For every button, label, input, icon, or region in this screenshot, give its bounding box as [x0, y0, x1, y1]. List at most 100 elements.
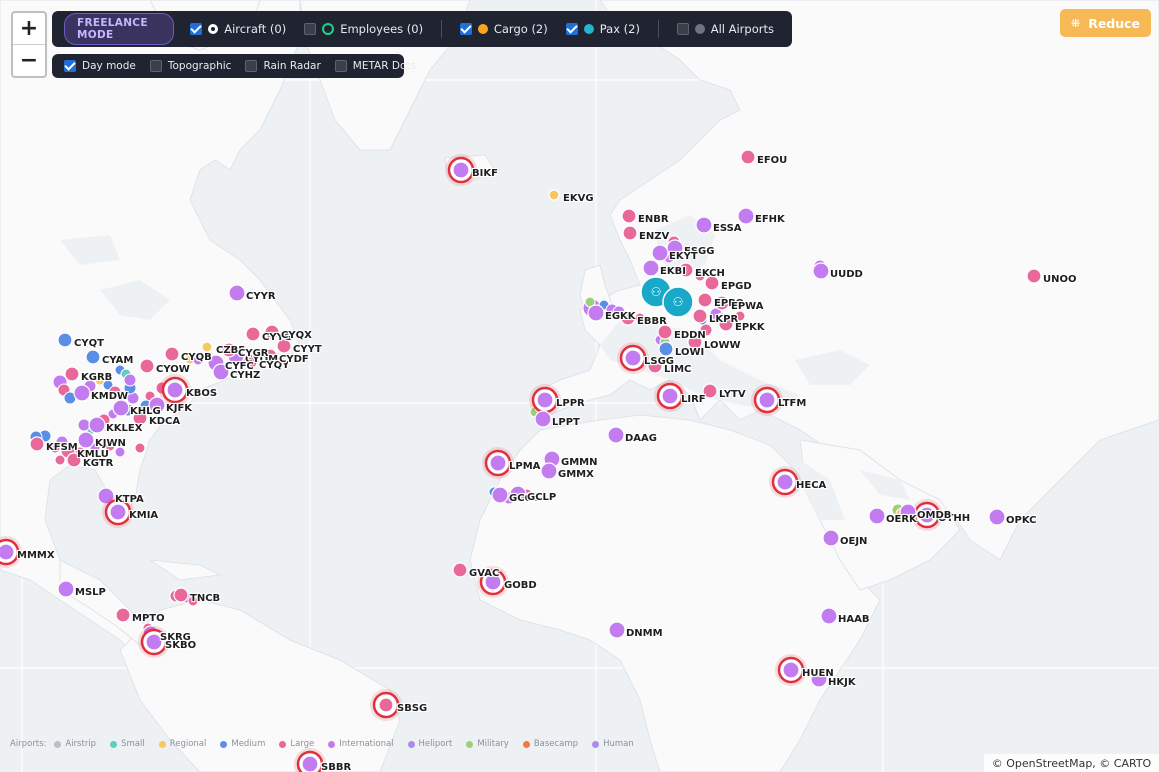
- airport-marker-oejn[interactable]: [822, 529, 840, 547]
- airport-marker-ekbi[interactable]: [642, 259, 660, 277]
- airport-marker-mmmx[interactable]: [0, 543, 15, 561]
- airport-label-cyyr[interactable]: CYYR: [246, 291, 276, 302]
- airport-label-daag[interactable]: DAAG: [625, 433, 657, 444]
- airport-marker-cyow[interactable]: [139, 358, 155, 374]
- airport-label-efou[interactable]: EFOU: [757, 155, 787, 166]
- airport-marker-kgrb[interactable]: [64, 366, 80, 382]
- aircraft-checkbox[interactable]: [190, 23, 203, 35]
- map-attribution[interactable]: © OpenStreetMap, © CARTO: [984, 754, 1159, 772]
- airport-marker-opkc[interactable]: [988, 508, 1006, 526]
- airport-marker-kklex[interactable]: [88, 416, 106, 434]
- filter-all-airports[interactable]: All Airports: [676, 22, 774, 36]
- airport-marker-lpma[interactable]: [489, 454, 507, 472]
- airport-label-oejn[interactable]: OEJN: [840, 536, 867, 547]
- airport-label-gmmn[interactable]: GMMN: [561, 457, 597, 468]
- airport-label-bikf[interactable]: BIKF: [472, 168, 498, 179]
- airport-label-kfsm[interactable]: KFSM: [46, 442, 78, 453]
- layer-rain-radar[interactable]: Rain Radar: [245, 60, 321, 72]
- airport-label-sbsg[interactable]: SBSG: [397, 703, 427, 714]
- airport-marker-kjwn[interactable]: [77, 431, 95, 449]
- airport-marker[interactable]: [123, 373, 137, 387]
- airport-marker-czbf[interactable]: [201, 341, 213, 353]
- filter-employees[interactable]: Employees (0): [304, 22, 423, 36]
- airport-marker-mslp[interactable]: [57, 580, 75, 598]
- airport-marker-lsgg[interactable]: [624, 349, 642, 367]
- airport-marker-kmdw[interactable]: [73, 384, 91, 402]
- airport-label-ekbi[interactable]: EKBI: [660, 266, 686, 277]
- airport-label-lkpr[interactable]: LKPR: [709, 314, 738, 325]
- airport-marker-efhk[interactable]: [737, 207, 755, 225]
- airport-label-ekch[interactable]: EKCH: [695, 268, 725, 279]
- freelance-mode-badge[interactable]: FREELANCE MODE: [64, 13, 175, 45]
- airport-marker-gmmx[interactable]: [540, 462, 558, 480]
- airport-label-gvac[interactable]: GVAC: [469, 568, 499, 579]
- airport-label-lppt[interactable]: LPPT: [552, 417, 580, 428]
- airport-label-epgd[interactable]: EPGD: [721, 281, 752, 292]
- airport-label-kmdw[interactable]: KMDW: [91, 391, 128, 402]
- airport-label-kjfk[interactable]: KJFK: [166, 403, 192, 414]
- airport-label-skbo[interactable]: SKBO: [165, 640, 196, 651]
- airport-label-kklex[interactable]: KKLEX: [106, 423, 142, 434]
- airport-marker-cyqt[interactable]: [57, 332, 73, 348]
- airport-label-unoo[interactable]: UNOO: [1043, 274, 1077, 285]
- airport-marker-sbbr[interactable]: [301, 755, 319, 772]
- airport-label-dnmm[interactable]: DNMM: [626, 628, 663, 639]
- airport-marker-heca[interactable]: [776, 473, 794, 491]
- airport-label-gclp[interactable]: GCLP: [527, 492, 556, 503]
- airport-label-efhk[interactable]: EFHK: [755, 214, 785, 225]
- airport-label-lowi[interactable]: LOWI: [675, 347, 704, 358]
- airport-marker-gcgc[interactable]: [491, 486, 509, 504]
- cargo-checkbox[interactable]: [459, 23, 472, 35]
- airport-marker-enzv[interactable]: [622, 225, 638, 241]
- airport-label-enbr[interactable]: ENBR: [638, 214, 669, 225]
- airport-marker-cyqb[interactable]: [164, 346, 180, 362]
- airport-marker-dnmm[interactable]: [608, 621, 626, 639]
- airport-label-mpto[interactable]: MPTO: [132, 613, 165, 624]
- reduce-button[interactable]: ⁜ Reduce: [1060, 9, 1151, 37]
- airport-marker-kfsm[interactable]: [29, 436, 45, 452]
- airport-label-sbbr[interactable]: SBBR: [321, 762, 351, 772]
- airport-label-lppr[interactable]: LPPR: [556, 398, 585, 409]
- airport-label-gobd[interactable]: GOBD: [504, 580, 537, 591]
- airport-marker-lppt[interactable]: [534, 410, 552, 428]
- layer-day-mode[interactable]: Day mode: [64, 60, 136, 72]
- airport-label-kmia[interactable]: KMIA: [129, 510, 158, 521]
- airport-marker-mpto[interactable]: [115, 607, 131, 623]
- airport-marker-cyyr[interactable]: [228, 284, 246, 302]
- airport-label-kjwn[interactable]: KJWN: [95, 438, 126, 449]
- employees-checkbox[interactable]: [304, 23, 317, 35]
- airport-label-eddn[interactable]: EDDN: [674, 330, 706, 341]
- airport-label-cyhz[interactable]: CYHZ: [230, 370, 260, 381]
- airport-marker-huen[interactable]: [782, 661, 800, 679]
- airport-label-haab[interactable]: HAAB: [838, 614, 869, 625]
- airport-label-cyqt[interactable]: CYQT: [74, 338, 104, 349]
- world-map[interactable]: ⚇ ⚇ BIKF EKVG EFOU ENBR ENZV ESSA EFHK ESGG EKYT E…: [0, 0, 1159, 772]
- filter-aircraft[interactable]: Aircraft (0): [190, 22, 286, 36]
- airport-marker-uudd[interactable]: [812, 262, 830, 280]
- airport-marker-oerk[interactable]: [868, 507, 886, 525]
- filter-cargo[interactable]: Cargo (2): [459, 22, 548, 36]
- airport-marker-efou[interactable]: [740, 149, 756, 165]
- airport-label-uudd[interactable]: UUDD: [830, 269, 863, 280]
- airport-marker-lirf[interactable]: [661, 387, 679, 405]
- airport-label-enzv[interactable]: ENZV: [639, 231, 669, 242]
- airport-label-ekyt[interactable]: EKYT: [669, 251, 698, 262]
- airport-marker-cyam[interactable]: [85, 349, 101, 365]
- airport-label-ekvg[interactable]: EKVG: [563, 193, 594, 204]
- pax-checkbox[interactable]: [565, 23, 578, 35]
- airport-label-lytv[interactable]: LYTV: [719, 389, 746, 400]
- airport-label-ktpa[interactable]: KTPA: [115, 494, 144, 505]
- airport-marker-kbos[interactable]: [166, 381, 184, 399]
- zoom-out-button[interactable]: −: [13, 45, 45, 76]
- airport-marker-lkpr[interactable]: [692, 308, 708, 324]
- airport-label-kdca[interactable]: KDCA: [149, 416, 180, 427]
- airport-label-egkk[interactable]: EGKK: [605, 311, 636, 322]
- airport-label-epwa[interactable]: EPWA: [731, 301, 763, 312]
- topographic-checkbox[interactable]: [149, 60, 162, 72]
- airport-label-heca[interactable]: HECA: [796, 480, 826, 491]
- airport-label-cydf[interactable]: CYDF: [279, 354, 309, 365]
- airport-label-kbos[interactable]: KBOS: [186, 388, 217, 399]
- airport-label-ltfm[interactable]: LTFM: [778, 398, 806, 409]
- airport-marker-sbsg[interactable]: [378, 697, 394, 713]
- airport-marker-lppr[interactable]: [536, 391, 554, 409]
